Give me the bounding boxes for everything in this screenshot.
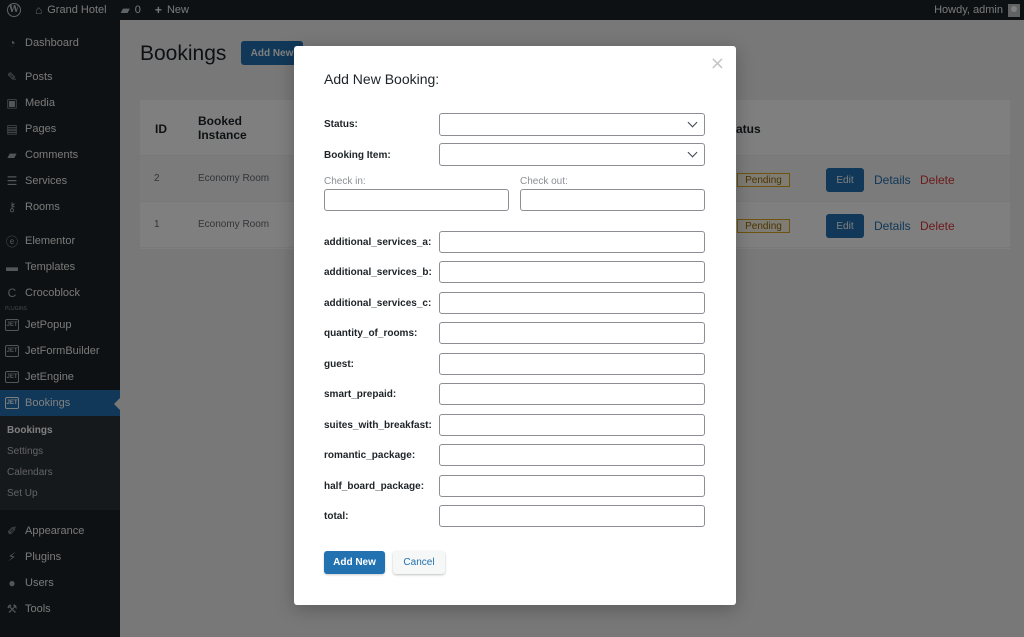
field-label: guest: xyxy=(324,359,354,370)
close-icon[interactable]: × xyxy=(710,55,725,73)
total-input[interactable] xyxy=(439,505,705,527)
field-label: quantity_of_rooms: xyxy=(324,328,418,339)
field-label: additional_services_b: xyxy=(324,267,432,278)
field-label: total: xyxy=(324,511,349,522)
field-label: romantic_package: xyxy=(324,450,416,461)
check-in-input[interactable] xyxy=(324,189,509,211)
check-out-label: Check out: xyxy=(520,176,568,187)
quantity-of-rooms-input[interactable] xyxy=(439,322,705,344)
chevron-down-icon xyxy=(687,147,698,158)
field-label: additional_services_c: xyxy=(324,298,432,309)
cancel-button[interactable]: Cancel xyxy=(393,551,445,574)
additional-services-c-input[interactable] xyxy=(439,292,705,314)
add-booking-modal: × Add New Booking: Status: Booking Item:… xyxy=(294,46,736,605)
check-out-input[interactable] xyxy=(520,189,705,211)
field-label: half_board_package: xyxy=(324,481,425,492)
add-new-submit-button[interactable]: Add New xyxy=(324,551,385,574)
modal-title: Add New Booking: xyxy=(324,71,440,87)
half-board-package-input[interactable] xyxy=(439,475,705,497)
booking-item-label: Booking Item: xyxy=(324,150,391,161)
smart-prepaid-input[interactable] xyxy=(439,383,705,405)
additional-services-a-input[interactable] xyxy=(439,231,705,253)
status-label: Status: xyxy=(324,119,358,130)
chevron-down-icon xyxy=(687,117,698,128)
guest-input[interactable] xyxy=(439,353,705,375)
field-label: additional_services_a: xyxy=(324,237,432,248)
additional-services-b-input[interactable] xyxy=(439,261,705,283)
booking-item-select[interactable] xyxy=(439,143,705,166)
field-label: suites_with_breakfast: xyxy=(324,420,432,431)
suites-with-breakfast-input[interactable] xyxy=(439,414,705,436)
romantic-package-input[interactable] xyxy=(439,444,705,466)
status-select[interactable] xyxy=(439,113,705,136)
check-in-label: Check in: xyxy=(324,176,366,187)
field-label: smart_prepaid: xyxy=(324,389,397,400)
